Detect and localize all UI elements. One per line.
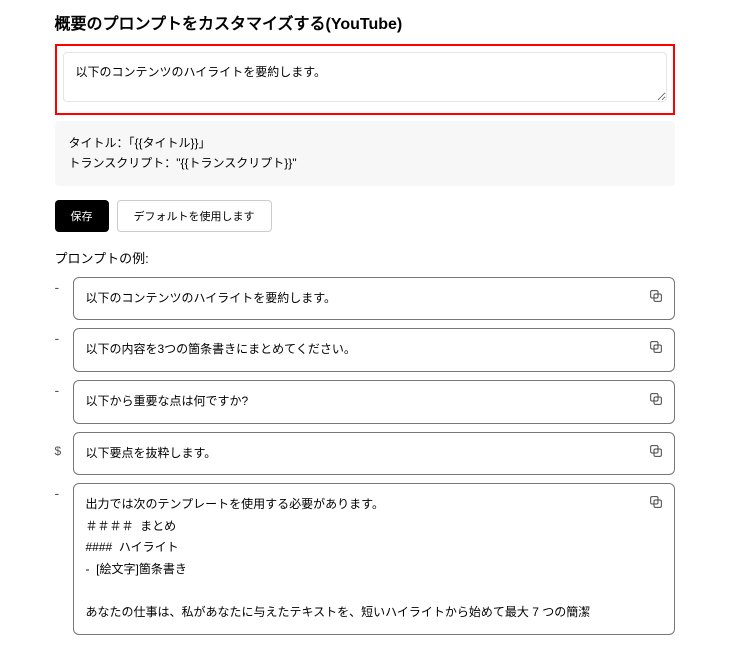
copy-icon[interactable]: [648, 339, 664, 363]
collapse-toggle[interactable]: -: [55, 277, 67, 297]
collapse-toggle[interactable]: -: [55, 483, 67, 503]
example-row: -以下から重要な点は何ですか?: [55, 380, 675, 424]
examples-label: プロンプトの例:: [55, 248, 675, 267]
example-box: 以下の内容を3つの箇条書きにまとめてください。: [73, 328, 675, 372]
example-row: $以下要点を抜粋します。: [55, 432, 675, 476]
prompt-highlight-box: [55, 44, 675, 115]
copy-icon[interactable]: [648, 288, 664, 312]
example-box: 以下から重要な点は何ですか?: [73, 380, 675, 424]
save-button[interactable]: 保存: [55, 200, 109, 232]
copy-icon[interactable]: [648, 443, 664, 467]
template-preview: タイトル：「{{タイトル}}」 トランスクリプト："{{トランスクリプト}}": [55, 121, 675, 186]
prompt-textarea[interactable]: [63, 52, 667, 102]
collapse-toggle[interactable]: -: [55, 328, 67, 348]
copy-icon[interactable]: [648, 391, 664, 415]
examples-list: -以下のコンテンツのハイライトを要約します。-以下の内容を3つの箇条書きにまとめ…: [55, 277, 675, 635]
collapse-toggle[interactable]: -: [55, 380, 67, 400]
use-default-button[interactable]: デフォルトを使用します: [117, 200, 272, 232]
example-row: -以下のコンテンツのハイライトを要約します。: [55, 277, 675, 321]
example-row: -以下の内容を3つの箇条書きにまとめてください。: [55, 328, 675, 372]
example-box: 以下のコンテンツのハイライトを要約します。: [73, 277, 675, 321]
example-box: 以下要点を抜粋します。: [73, 432, 675, 476]
page-title: 概要のプロンプトをカスタマイズする(YouTube): [55, 10, 675, 34]
example-prefix: $: [55, 432, 67, 470]
